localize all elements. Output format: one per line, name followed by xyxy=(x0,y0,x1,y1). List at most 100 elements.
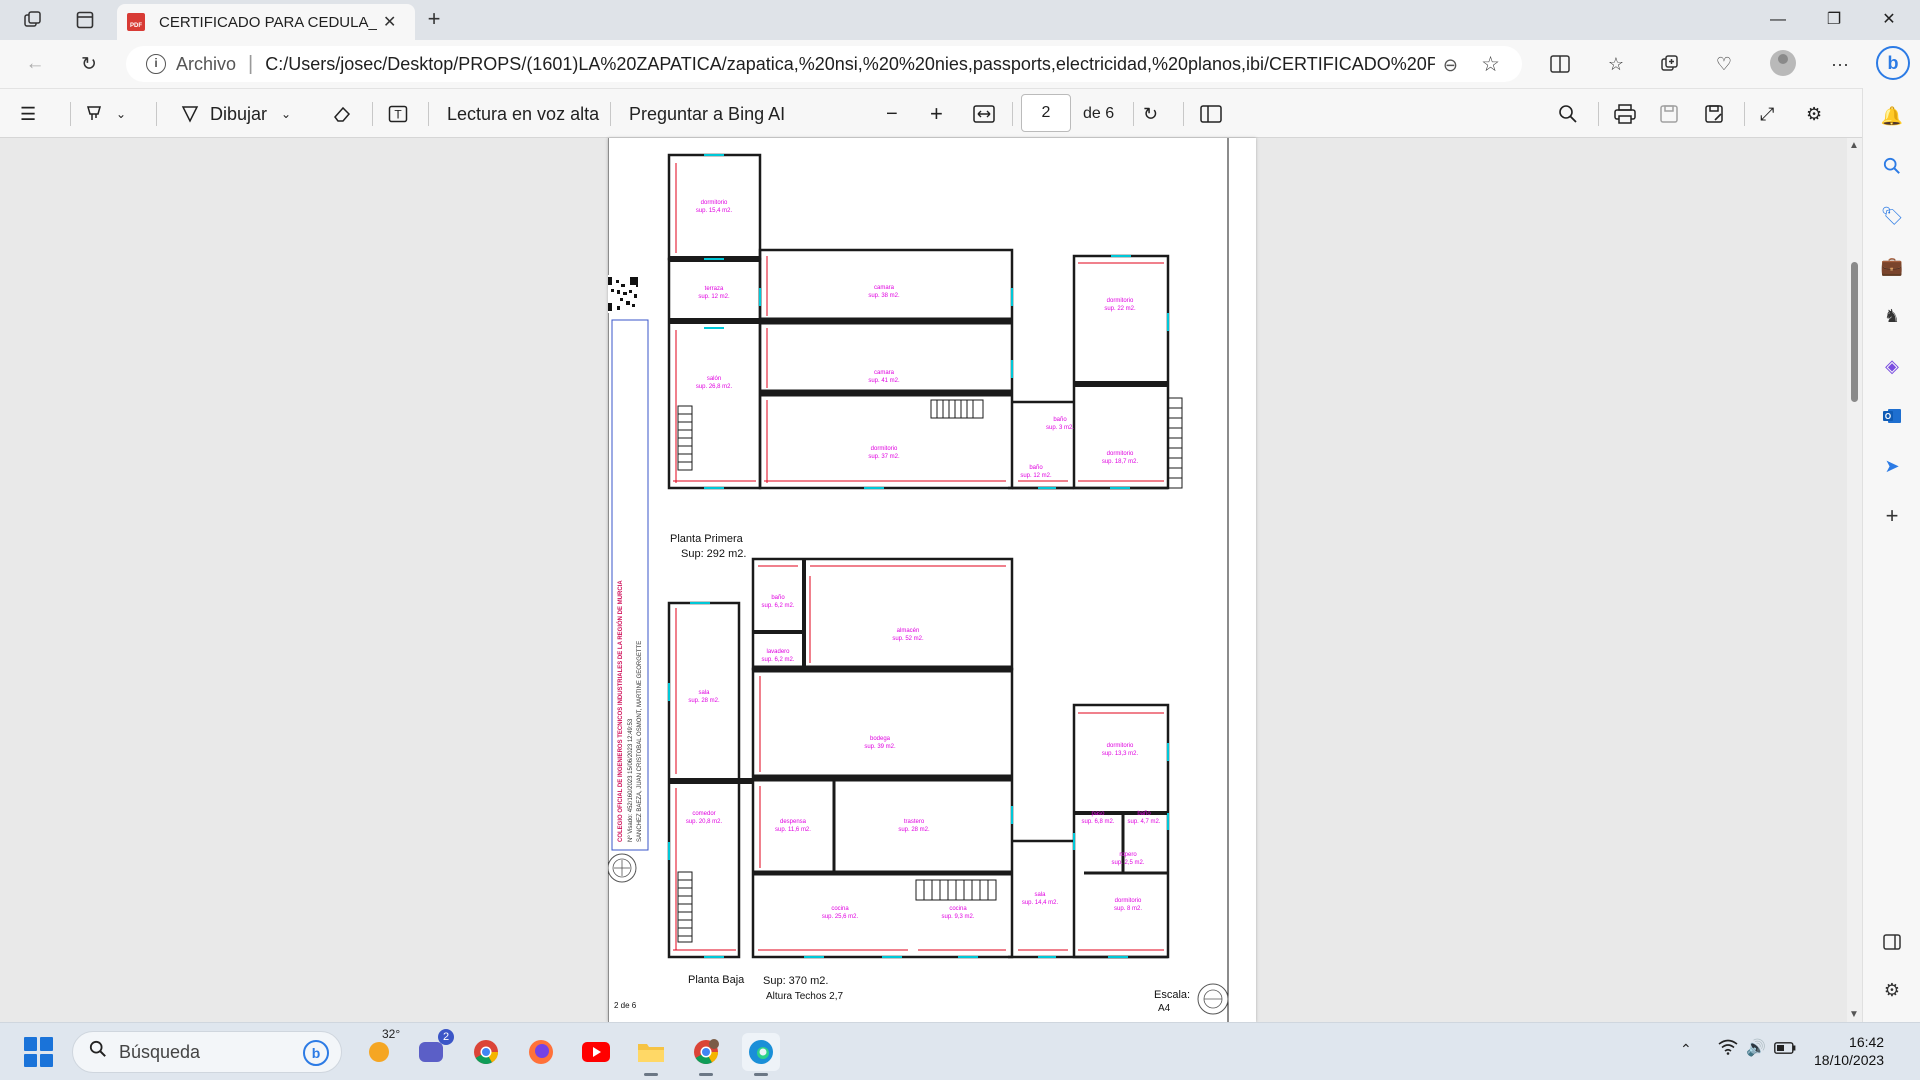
notifications-bell-icon[interactable]: 🔔 xyxy=(1878,102,1906,130)
pdf-page[interactable]: COLEGIO OFICIAL DE INGENIEROS TECNICOS I… xyxy=(608,138,1256,1022)
refresh-icon[interactable]: ↻ xyxy=(74,50,104,78)
chrome-profile-icon[interactable] xyxy=(687,1033,725,1076)
favorite-star-icon[interactable]: ☆ xyxy=(1481,52,1500,77)
draw-button[interactable]: Dibujar ⌄ xyxy=(180,99,291,129)
svg-text:paso: paso xyxy=(1091,811,1105,817)
games-chess-icon[interactable]: ♞ xyxy=(1878,302,1906,330)
page-number-input[interactable]: 2 xyxy=(1021,94,1071,132)
active-tab[interactable]: PDF CERTIFICADO PARA CEDULA_SIGNED ✕ xyxy=(117,4,415,40)
clock[interactable]: 16:42 18/10/2023 xyxy=(1814,1033,1884,1069)
chrome-icon[interactable] xyxy=(467,1033,505,1071)
start-windows-icon[interactable] xyxy=(24,1037,54,1067)
upper-stairs xyxy=(677,397,1183,489)
address-scheme: Archivo xyxy=(176,53,237,74)
tools-briefcase-icon[interactable]: 💼 xyxy=(1878,252,1906,280)
page-view-icon[interactable] xyxy=(1200,99,1222,129)
taskbar-search[interactable]: Búsqueda b xyxy=(72,1031,342,1073)
svg-text:sala: sala xyxy=(698,690,710,696)
browser-essentials-icon[interactable]: ♡ xyxy=(1709,50,1739,78)
youtube-icon[interactable] xyxy=(577,1033,615,1071)
address-url[interactable]: C:/Users/josec/Desktop/PROPS/(1601)LA%20… xyxy=(265,54,1435,75)
svg-text:lavadero: lavadero xyxy=(766,649,790,655)
tab-actions-icon[interactable] xyxy=(70,7,100,33)
zoom-out-icon[interactable]: − xyxy=(886,99,898,129)
search-icon[interactable] xyxy=(1878,152,1906,180)
tab-close-icon[interactable]: ✕ xyxy=(383,12,396,32)
shopping-tag-icon[interactable]: 🏷 xyxy=(1878,202,1906,230)
add-sidebar-item-icon[interactable]: + xyxy=(1878,502,1906,530)
pdf-file-icon: PDF xyxy=(127,13,145,31)
highlight-icon[interactable]: ⌄ xyxy=(84,99,126,129)
wifi-icon[interactable] xyxy=(1718,1039,1738,1060)
svg-text:dormitorio: dormitorio xyxy=(701,200,728,206)
pdf-viewer[interactable]: COLEGIO OFICIAL DE INGENIEROS TECNICOS I… xyxy=(0,138,1862,1022)
toolbar-divider xyxy=(156,102,157,126)
sidebar-settings-gear-icon[interactable]: ⚙ xyxy=(1878,976,1906,1004)
fullscreen-icon[interactable]: ⤢ xyxy=(1760,99,1774,129)
settings-more-icon[interactable]: ··· xyxy=(1825,50,1855,78)
ask-bing-button[interactable]: Preguntar a Bing AI xyxy=(629,99,785,129)
svg-text:sup. 52 m2.: sup. 52 m2. xyxy=(892,636,924,642)
svg-text:T: T xyxy=(394,108,402,122)
tab-title: CERTIFICADO PARA CEDULA_SIGNED xyxy=(159,13,377,31)
outlook-icon[interactable]: O xyxy=(1878,402,1906,430)
show-hidden-icons-icon[interactable]: ⌃ xyxy=(1680,1041,1692,1058)
chevron-down-icon[interactable]: ⌄ xyxy=(281,107,291,121)
scroll-up-icon[interactable]: ▲ xyxy=(1849,140,1859,151)
vertical-scrollbar[interactable]: ▲ ▼ xyxy=(1847,138,1862,1022)
eraser-icon[interactable] xyxy=(332,99,352,129)
zoom-in-icon[interactable]: + xyxy=(930,99,943,129)
svg-text:ropero: ropero xyxy=(1119,852,1137,858)
scrollbar-thumb[interactable] xyxy=(1851,262,1858,402)
stamp-text-2: Nº Visado: 452/160/2023 15/06/2023 12:49… xyxy=(627,718,634,842)
close-window-button[interactable]: ✕ xyxy=(1866,6,1912,34)
contents-list-icon[interactable]: ☰ xyxy=(20,99,36,129)
sun-icon xyxy=(369,1042,389,1062)
upper-floor-walls xyxy=(667,153,1170,490)
back-arrow-icon[interactable]: ← xyxy=(20,50,50,78)
volume-icon[interactable]: 🔊 xyxy=(1746,1038,1766,1058)
save-as-icon[interactable] xyxy=(1704,99,1724,129)
page-footer: 2 de 6 xyxy=(614,1001,637,1010)
info-icon[interactable]: i xyxy=(146,54,166,74)
svg-text:baño: baño xyxy=(771,595,785,601)
bing-icon[interactable]: b xyxy=(303,1040,329,1066)
svg-text:comedor: comedor xyxy=(692,811,715,817)
save-icon[interactable] xyxy=(1659,99,1679,129)
new-tab-button[interactable]: + xyxy=(420,7,448,33)
weather-widget[interactable]: 32° xyxy=(360,1027,400,1071)
chevron-down-icon[interactable]: ⌄ xyxy=(116,107,126,121)
fit-to-width-icon[interactable] xyxy=(973,99,995,129)
minimize-button[interactable]: — xyxy=(1755,6,1801,34)
print-icon[interactable] xyxy=(1614,99,1636,129)
file-explorer-icon[interactable] xyxy=(632,1033,670,1076)
edge-icon[interactable] xyxy=(742,1033,780,1076)
microsoft-365-icon[interactable]: ◈ xyxy=(1878,352,1906,380)
hide-sidebar-icon[interactable] xyxy=(1878,928,1906,956)
title-bar: PDF CERTIFICADO PARA CEDULA_SIGNED ✕ + —… xyxy=(0,0,1920,40)
text-box-icon[interactable]: T xyxy=(388,99,408,129)
upper-floor-title: Planta Primera xyxy=(670,533,744,545)
collections-icon[interactable] xyxy=(1655,50,1685,78)
svg-text:baño: baño xyxy=(1029,465,1043,471)
split-screen-icon[interactable] xyxy=(1545,50,1575,78)
send-icon[interactable]: ➤ xyxy=(1878,452,1906,480)
rotate-icon[interactable]: ↻ xyxy=(1143,99,1158,129)
svg-text:O: O xyxy=(1885,412,1891,421)
profile-avatar[interactable] xyxy=(1770,50,1796,76)
read-aloud-button[interactable]: Lectura en voz alta xyxy=(447,99,599,129)
favorites-icon[interactable]: ☆ xyxy=(1601,50,1631,78)
zoom-icon[interactable]: ⊖ xyxy=(1443,55,1458,76)
address-bar[interactable]: i Archivo | C:/Users/josec/Desktop/PROPS… xyxy=(126,46,1522,82)
maximize-button[interactable]: ❐ xyxy=(1811,6,1857,34)
bing-copilot-icon[interactable]: b xyxy=(1876,46,1910,80)
teams-chat-icon[interactable]: 2 xyxy=(412,1029,454,1071)
svg-text:terraza: terraza xyxy=(705,286,724,292)
scroll-down-icon[interactable]: ▼ xyxy=(1849,1009,1859,1020)
workspaces-icon[interactable] xyxy=(18,7,48,33)
toolbar-divider xyxy=(428,102,429,126)
pdf-settings-gear-icon[interactable]: ⚙ xyxy=(1806,99,1822,129)
battery-icon[interactable] xyxy=(1774,1041,1796,1059)
firefox-icon[interactable] xyxy=(522,1033,560,1071)
search-icon[interactable] xyxy=(1558,99,1578,129)
